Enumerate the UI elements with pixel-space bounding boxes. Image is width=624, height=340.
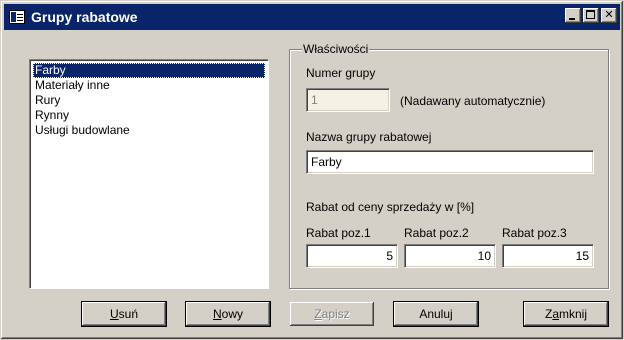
- delete-hotkey: U: [109, 307, 119, 321]
- discount-1-label: Rabat poz.1: [306, 226, 371, 240]
- close-label: mknij: [559, 307, 588, 321]
- save-label: apisz: [321, 307, 350, 321]
- window-controls: ✕: [563, 8, 617, 23]
- group-name-field[interactable]: Farby: [306, 150, 594, 174]
- cancel-button[interactable]: Anuluj: [393, 301, 479, 327]
- list-item[interactable]: Farby: [33, 63, 265, 78]
- discount-groups-list[interactable]: Farby Materiały inne Rury Rynny Usługi b…: [29, 59, 269, 289]
- new-hotkey: N: [212, 307, 222, 321]
- list-item[interactable]: Rynny: [33, 108, 265, 123]
- list-item[interactable]: Materiały inne: [33, 78, 265, 93]
- save-hotkey: Z: [314, 307, 322, 321]
- discount-2-label: Rabat poz.2: [404, 226, 469, 240]
- discount-3-field[interactable]: 15: [502, 244, 594, 268]
- new-label: owy: [221, 307, 243, 321]
- delete-label: suń: [118, 307, 139, 321]
- close-hotkey: a: [552, 307, 559, 321]
- properties-groupbox: Właściwości Numer grupy 1 (Nadawany auto…: [289, 42, 609, 289]
- properties-legend: Właściwości: [302, 42, 370, 56]
- discount-1-field[interactable]: 5: [306, 244, 398, 268]
- discount-heading: Rabat od ceny sprzedaży w [%]: [306, 200, 475, 214]
- discount-3-label: Rabat poz.3: [502, 226, 567, 240]
- window-icon[interactable]: [9, 10, 25, 24]
- auto-assigned-note: (Nadawany automatycznie): [400, 94, 546, 108]
- list-item[interactable]: Rury: [33, 93, 265, 108]
- group-number-field: 1: [306, 88, 390, 112]
- title-bar[interactable]: Grupy rabatowe ✕: [4, 4, 620, 30]
- delete-button[interactable]: Usuń: [81, 301, 167, 327]
- close-button[interactable]: Zamknij: [523, 301, 609, 327]
- list-item[interactable]: Usługi budowlane: [33, 123, 265, 138]
- group-number-label: Numer grupy: [306, 66, 376, 80]
- new-button[interactable]: Nowy: [185, 301, 271, 327]
- save-button[interactable]: Zapisz: [289, 301, 375, 327]
- minimize-button[interactable]: [565, 8, 581, 23]
- close-window-button[interactable]: ✕: [601, 8, 617, 23]
- maximize-button[interactable]: [583, 8, 599, 23]
- window-title: Grupy rabatowe: [31, 9, 138, 25]
- discount-groups-window: Grupy rabatowe ✕ Farby Materiały inne Ru…: [0, 0, 624, 340]
- discount-2-field[interactable]: 10: [404, 244, 496, 268]
- group-name-label: Nazwa grupy rabatowej: [306, 130, 432, 144]
